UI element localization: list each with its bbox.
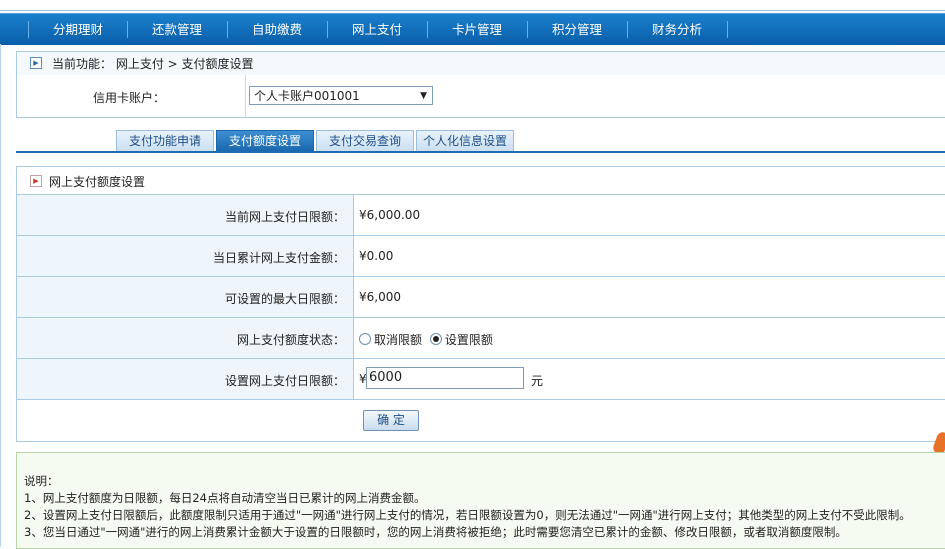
note-line: 1、网上支付额度为日限额，每日24点将自动清空当日已累计的网上消费金额。 — [24, 491, 426, 505]
account-select-value: 个人卡账户001001 — [254, 89, 360, 103]
arrow-box-icon: ▶ — [30, 57, 42, 69]
dropdown-arrow-icon: ▼ — [420, 91, 427, 101]
row-limit-status: 网上支付额度状态： 取消限额 设置限额 — [17, 318, 945, 359]
panel-header: ▶ 网上支付额度设置 — [17, 167, 945, 195]
daily-limit-label: 当前网上支付日限额： — [224, 210, 345, 224]
limit-status-label: 网上支付额度状态： — [236, 333, 345, 347]
divider — [245, 75, 246, 117]
note-line: 3、您当日通过"一网通"进行的网上消费累计金额大于设置的日限额时，您的网上消费将… — [24, 525, 847, 539]
tab-underline — [16, 151, 945, 153]
note-line: 2、设置网上支付日限额后，此额度限制只适用于通过"一网通"进行网上支付的情况，若… — [24, 508, 911, 522]
triangle-icon: ▶ — [30, 175, 42, 187]
nav-item-online-payment[interactable]: 网上支付 — [328, 14, 426, 45]
panel-title: 网上支付额度设置 — [49, 175, 146, 189]
row-daily-limit: 当前网上支付日限额： ¥6,000.00 — [17, 195, 945, 236]
daily-limit-input[interactable]: 6000 — [366, 367, 524, 389]
tab-transaction-query[interactable]: 支付交易查询 — [316, 130, 414, 152]
top-strip — [0, 0, 945, 11]
row-max-limit: 可设置的最大日限额： ¥6,000 — [17, 277, 945, 318]
tab-limit-settings[interactable]: 支付额度设置 — [216, 130, 314, 152]
notes-title: 说明： — [24, 474, 59, 488]
nav-item-points[interactable]: 积分管理 — [528, 14, 626, 45]
tab-personal-info[interactable]: 个人化信息设置 — [416, 130, 514, 152]
nav-item-installment[interactable]: 分期理财 — [30, 14, 126, 45]
max-limit-label: 可设置的最大日限额： — [224, 292, 345, 306]
left-border — [0, 44, 1, 547]
account-label: 信用卡账户： — [93, 91, 166, 105]
confirm-button[interactable]: 确 定 — [363, 410, 419, 431]
main-nav: 分期理财 还款管理 自助缴费 网上支付 卡片管理 积分管理 财务分析 — [0, 13, 945, 45]
nav-item-card-management[interactable]: 卡片管理 — [428, 14, 526, 45]
account-row: 信用卡账户： 个人卡账户001001 ▼ — [16, 75, 945, 118]
breadcrumb: ▶ 当前功能： 网上支付 > 支付额度设置 — [16, 51, 945, 76]
tab-payment-application[interactable]: 支付功能申请 — [116, 130, 214, 152]
nav-item-finance-analysis[interactable]: 财务分析 — [628, 14, 726, 45]
daily-limit-value: ¥6,000.00 — [359, 208, 421, 222]
unit-label: 元 — [531, 374, 544, 388]
max-limit-value: ¥6,000 — [359, 290, 401, 304]
accumulated-label: 当日累计网上支付金额： — [212, 251, 345, 265]
set-limit-label: 设置网上支付日限额： — [224, 374, 345, 388]
account-select[interactable]: 个人卡账户001001 ▼ — [249, 86, 433, 105]
limit-status-options: 取消限额 设置限额 — [359, 331, 493, 348]
nav-item-self-payment[interactable]: 自助缴费 — [228, 14, 326, 45]
radio-cancel-limit[interactable] — [359, 333, 371, 345]
accumulated-value: ¥0.00 — [359, 249, 394, 263]
nav-separator — [28, 21, 29, 38]
row-accumulated: 当日累计网上支付金额： ¥0.00 — [17, 236, 945, 277]
notes-box: 说明： 1、网上支付额度为日限额，每日24点将自动清空当日已累计的网上消费金额。… — [16, 452, 945, 549]
radio-cancel-limit-label[interactable]: 取消限额 — [374, 333, 422, 347]
radio-set-limit[interactable] — [429, 333, 442, 345]
breadcrumb-text: 当前功能： 网上支付 > 支付额度设置 — [52, 57, 254, 71]
row-set-limit: 设置网上支付日限额： ¥ 6000 元 — [17, 359, 945, 400]
radio-set-limit-label[interactable]: 设置限额 — [445, 333, 493, 347]
nav-separator — [727, 21, 728, 38]
nav-item-repayment[interactable]: 还款管理 — [128, 14, 226, 45]
limit-settings-panel: ▶ 网上支付额度设置 当前网上支付日限额： ¥6,000.00 当日累计网上支付… — [16, 166, 945, 442]
